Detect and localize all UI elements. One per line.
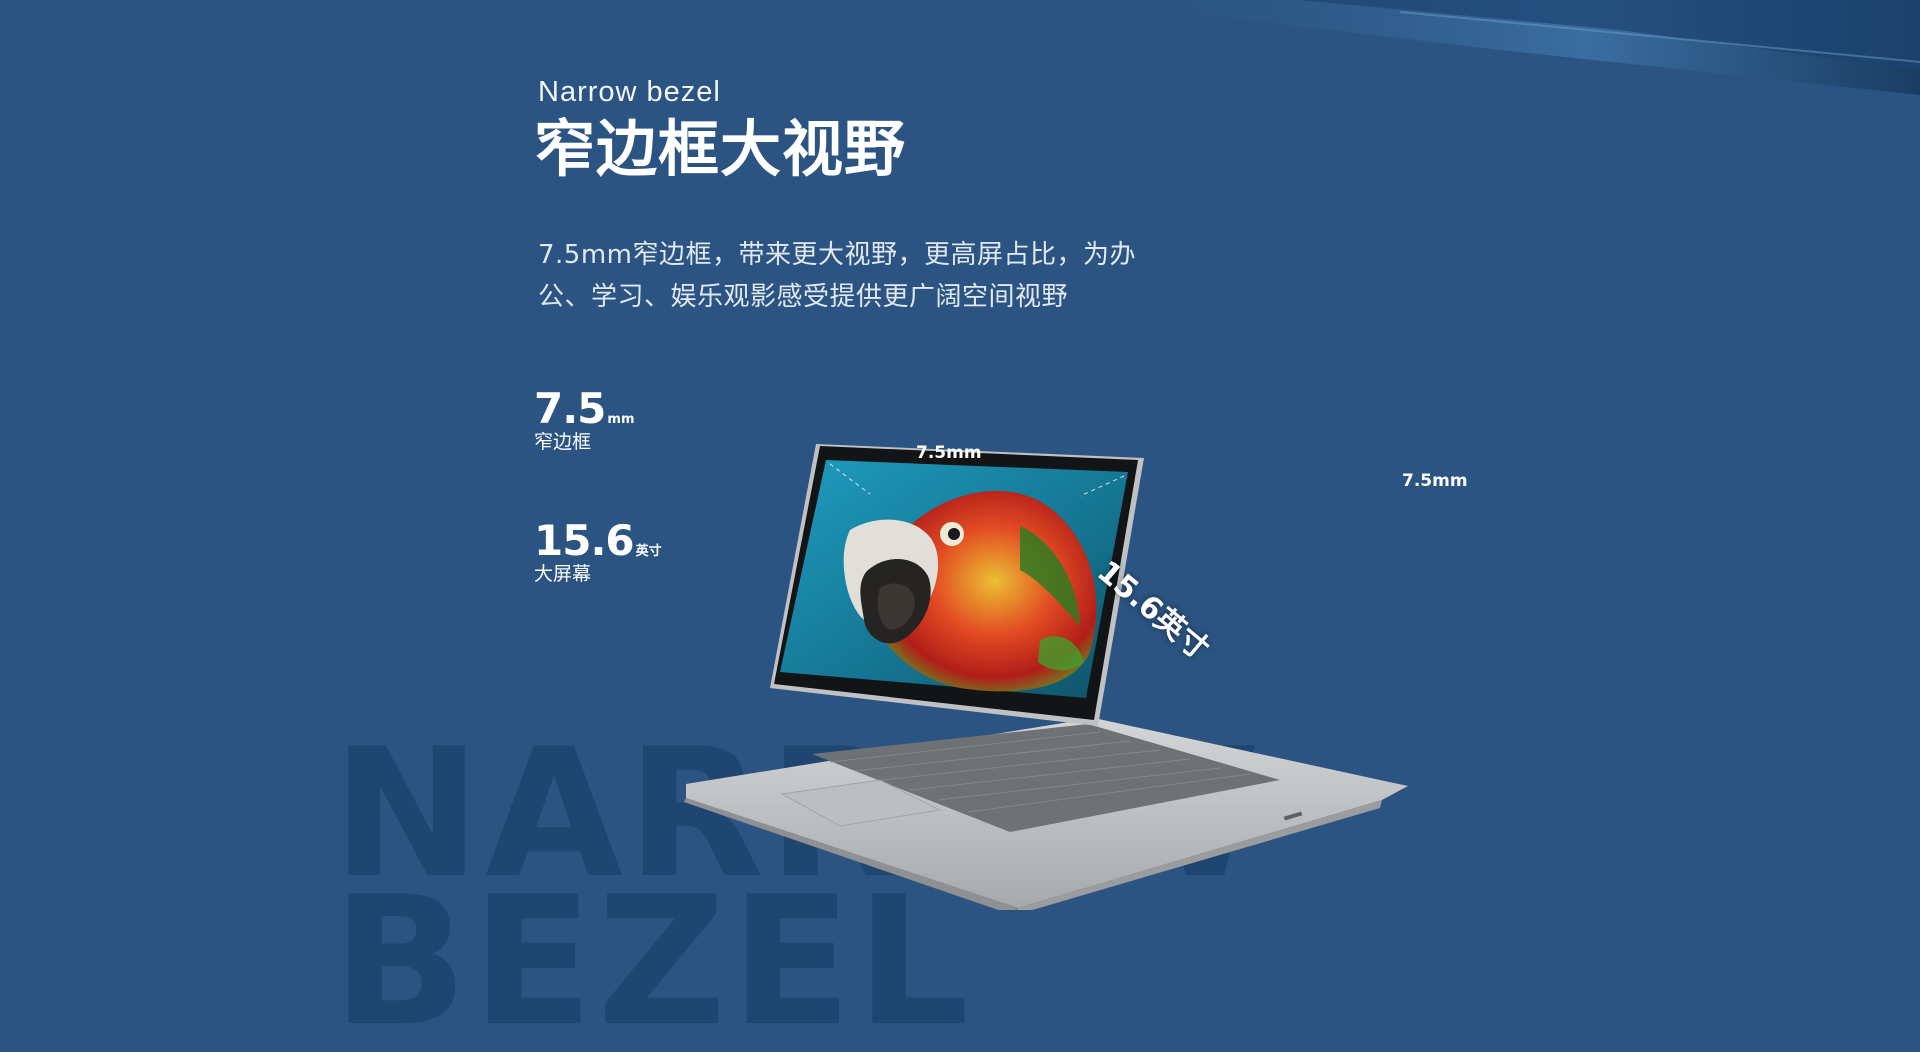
narrow-bezel-section: NARROW BEZEL Narrow bezel 窄边框大视野 7.5mm窄边… [0,0,1920,1052]
stat-screen-size: 15.6 英寸 大屏幕 [534,516,662,586]
decorative-top-band [1080,0,1920,95]
section-description: 7.5mm窄边框，带来更大视野，更高屏占比，为办 公、学习、娱乐观影感受提供更广… [538,234,1228,318]
stat-label: 大屏幕 [534,563,592,585]
bezel-left-dimension: 7.5mm [916,443,982,463]
section-title: 窄边框大视野 [534,114,907,185]
bezel-right-dimension: 7.5mm [1402,471,1468,491]
stat-value: 15.6 [534,516,635,565]
description-line: 7.5mm窄边框，带来更大视野，更高屏占比，为办 [538,240,1137,270]
section-eyebrow: Narrow bezel [538,76,721,108]
stat-label: 窄边框 [534,431,592,453]
stat-bezel-width: 7.5 mm 窄边框 [534,384,635,454]
laptop-illustration-icon [680,430,1480,910]
stat-value: 7.5 [534,384,606,433]
stat-unit: 英寸 [635,544,662,559]
stat-unit: mm [607,412,635,427]
description-line: 公、学习、娱乐观影感受提供更广阔空间视野 [538,282,1069,312]
